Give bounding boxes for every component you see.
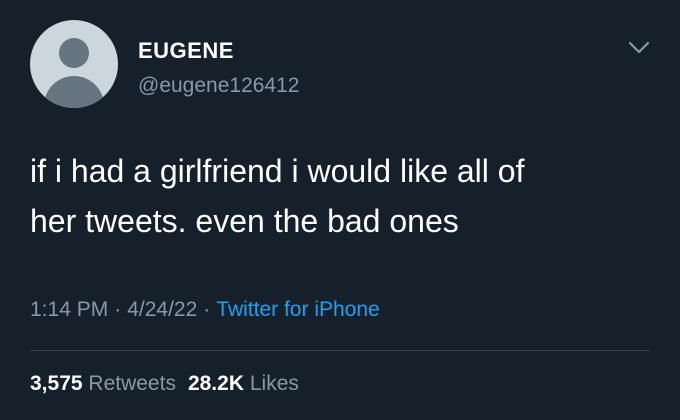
tweet-text: if i had a girlfriend i would like all o… — [30, 153, 525, 239]
tweet-source-link[interactable]: Twitter for iPhone — [216, 298, 379, 321]
tweet-card: EUGENE @eugene126412 if i had a girlfrie… — [0, 0, 680, 420]
tweet-meta: 1:14 PM · 4/24/22 · Twitter for iPhone — [30, 298, 380, 322]
meta-separator: · — [203, 298, 211, 321]
retweets-stat[interactable]: 3,575 Retweets — [30, 372, 176, 395]
avatar[interactable] — [30, 20, 118, 108]
avatar-head — [59, 38, 89, 68]
tweet-stats: 3,575 Retweets 28.2K Likes — [30, 372, 299, 396]
divider — [30, 350, 650, 351]
likes-stat[interactable]: 28.2K Likes — [188, 372, 299, 395]
chevron-down-icon[interactable] — [626, 38, 652, 58]
retweets-label: Retweets — [88, 372, 176, 395]
likes-label: Likes — [249, 372, 299, 395]
display-name[interactable]: EUGENE — [138, 38, 234, 64]
avatar-shoulders — [44, 76, 104, 108]
meta-separator: · — [114, 298, 122, 321]
user-handle[interactable]: @eugene126412 — [138, 74, 299, 98]
tweet-date[interactable]: 4/24/22 — [127, 298, 197, 321]
likes-count: 28.2K — [187, 372, 244, 395]
retweets-count: 3,575 — [30, 372, 83, 395]
tweet-time[interactable]: 1:14 PM — [30, 298, 108, 321]
